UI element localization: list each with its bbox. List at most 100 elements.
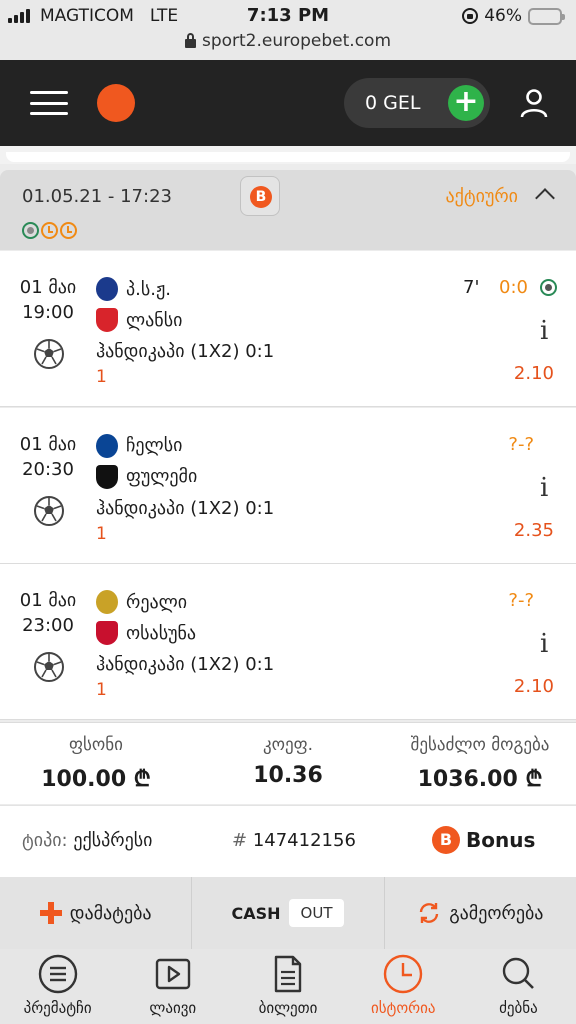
match-time: 20:30: [22, 458, 74, 480]
match-score: ?-?: [508, 433, 534, 455]
deposit-plus-button[interactable]: +: [448, 85, 484, 121]
match-odd: 2.35: [513, 519, 554, 541]
tab-prematch[interactable]: პრემატჩი: [0, 949, 115, 1024]
market-name: ჰანდიკაპი (1X2) 0:1: [96, 497, 275, 519]
status-bar: MAGTICOM LTE 7:13 PM 46% sport2.europebe…: [0, 0, 576, 60]
status-right: 46%: [462, 6, 565, 26]
match-list: 01 მაი 19:00 პ.ს.ჟ. ლანსი ჰანდიკაპი (1X2) 0:…: [0, 251, 576, 721]
match-time: 19:00: [22, 302, 74, 323]
match-score: 0:0: [499, 277, 528, 298]
live-indicator-icon: [540, 279, 557, 296]
match-odd: 2.10: [513, 676, 554, 697]
tab-label: ძებნა: [499, 999, 538, 1017]
cash-out-button[interactable]: CASH OUT: [192, 877, 385, 949]
tab-ticket[interactable]: ბილეთი: [230, 949, 345, 1024]
team-home-crest-icon: [96, 433, 118, 458]
team-away-crest-icon: [96, 308, 118, 332]
team-away-name: ფულემი: [126, 466, 198, 487]
team-away: ლანსი: [96, 308, 182, 332]
clock-status-icon: [60, 222, 77, 239]
clock-icon: [384, 954, 423, 994]
bet-number: # 147412156: [232, 830, 356, 851]
info-icon[interactable]: i: [540, 629, 548, 659]
bonus-indicator: B Bonus: [432, 826, 535, 854]
tab-history[interactable]: ისტორია: [346, 949, 461, 1024]
match-datetime: 01 მაი 23:00: [0, 588, 96, 638]
balance-pill[interactable]: 0 GEL +: [344, 78, 490, 128]
battery-percent: 46%: [484, 6, 522, 26]
match-minute: 7': [463, 277, 480, 298]
info-icon[interactable]: i: [540, 316, 548, 346]
play-icon: [155, 958, 190, 990]
user-icon[interactable]: [520, 88, 548, 118]
possible-win-column: შესაძლო მოგება 1036.00 ₾: [384, 735, 576, 793]
rotation-lock-icon: [462, 8, 479, 24]
info-icon[interactable]: i: [540, 473, 548, 503]
match-date: 01 მაი: [19, 590, 77, 611]
add-button[interactable]: დამატება: [0, 877, 193, 949]
selected-outcome: 1: [96, 680, 107, 700]
football-icon: [34, 652, 64, 682]
ticket-date: 01.05.21 - 17:23: [22, 186, 172, 207]
football-icon: [34, 495, 64, 526]
selected-outcome: 1: [96, 523, 107, 544]
brand-logo[interactable]: [97, 84, 135, 122]
url-text: sport2.europebet.com: [201, 31, 392, 51]
team-home-name: პ.ს.ჟ.: [126, 278, 172, 300]
app-header: 0 GEL +: [0, 60, 576, 146]
team-home: რეალი: [96, 590, 187, 614]
stake-label: ფსონი: [69, 735, 123, 755]
team-away: ფულემი: [96, 464, 198, 489]
lock-icon: [184, 32, 196, 48]
battery-icon: [528, 7, 565, 25]
bet-type-label: ტიპი:: [22, 830, 68, 851]
bottom-tab-bar: პრემატჩი ლაივი ბილეთი ისტორია ძებნა: [0, 949, 576, 1024]
selected-outcome: 1: [96, 367, 107, 387]
search-icon: [503, 957, 535, 989]
match-row[interactable]: 01 მაი 19:00 პ.ს.ჟ. ლანსი ჰანდიკაპი (1X2) 0:…: [0, 251, 576, 407]
tab-label: პრემატჩი: [23, 999, 92, 1017]
market-name: ჰანდიკაპი (1X2) 0:1: [96, 341, 275, 362]
bet-number-value: 147412156: [252, 830, 356, 851]
bonus-label: Bonus: [466, 828, 536, 852]
match-datetime: 01 მაი 19:00: [0, 275, 96, 325]
clock-status-icon: [41, 222, 58, 239]
ticket-header[interactable]: 01.05.21 - 17:23 B აქტიური: [0, 170, 576, 250]
match-status-icons: [22, 222, 77, 239]
cash-label: CASH: [231, 903, 281, 923]
live-status-icon: [22, 222, 39, 239]
balance-amount: 0 GEL: [365, 92, 421, 114]
team-home: პ.ს.ჟ.: [96, 277, 171, 301]
match-date: 01 მაი: [19, 433, 77, 455]
ticket-status: აქტიური: [445, 186, 518, 207]
tab-label: ისტორია: [370, 999, 436, 1017]
menu-icon[interactable]: [30, 91, 68, 115]
match-time: 23:00: [22, 615, 74, 636]
previous-ticket-edge: [0, 146, 576, 164]
repeat-button[interactable]: გამეორება: [385, 877, 576, 949]
tab-live[interactable]: ლაივი: [115, 949, 230, 1024]
address-bar[interactable]: sport2.europebet.com: [0, 31, 576, 51]
team-away-crest-icon: [96, 464, 118, 489]
team-home-name: ჩელსი: [126, 435, 183, 456]
match-row[interactable]: 01 მაი 20:30 ჩელსი ფულემი ჰანდიკაპი (1X2) 0:…: [0, 407, 576, 564]
document-icon: [274, 955, 302, 993]
repeat-label: გამეორება: [449, 902, 544, 924]
bonus-badge: B: [240, 176, 280, 216]
match-row[interactable]: 01 მაი 23:00 რეალი ოსასუნა ჰანდიკაპი (1X2) 0…: [0, 564, 576, 720]
team-away: ოსასუნა: [96, 621, 196, 645]
team-away-name: ლანსი: [126, 309, 183, 331]
ticket-actions: დამატება CASH OUT გამეორება: [0, 877, 576, 949]
match-odd: 2.10: [513, 363, 554, 384]
match-score: ?-?: [508, 590, 534, 611]
team-home: ჩელსი: [96, 433, 183, 458]
chevron-up-icon[interactable]: [535, 188, 555, 208]
ticket-type-row: ტიპი: ექსპრესი # 147412156 B Bonus: [0, 805, 576, 877]
football-icon: [34, 339, 64, 369]
possible-win-value: 1036.00 ₾: [417, 767, 543, 792]
tab-label: ლაივი: [149, 999, 197, 1017]
match-datetime: 01 მაი 20:30: [0, 432, 96, 482]
match-date: 01 მაი: [19, 277, 77, 298]
tab-search[interactable]: ძებნა: [461, 949, 576, 1024]
add-label: დამატება: [69, 902, 152, 924]
